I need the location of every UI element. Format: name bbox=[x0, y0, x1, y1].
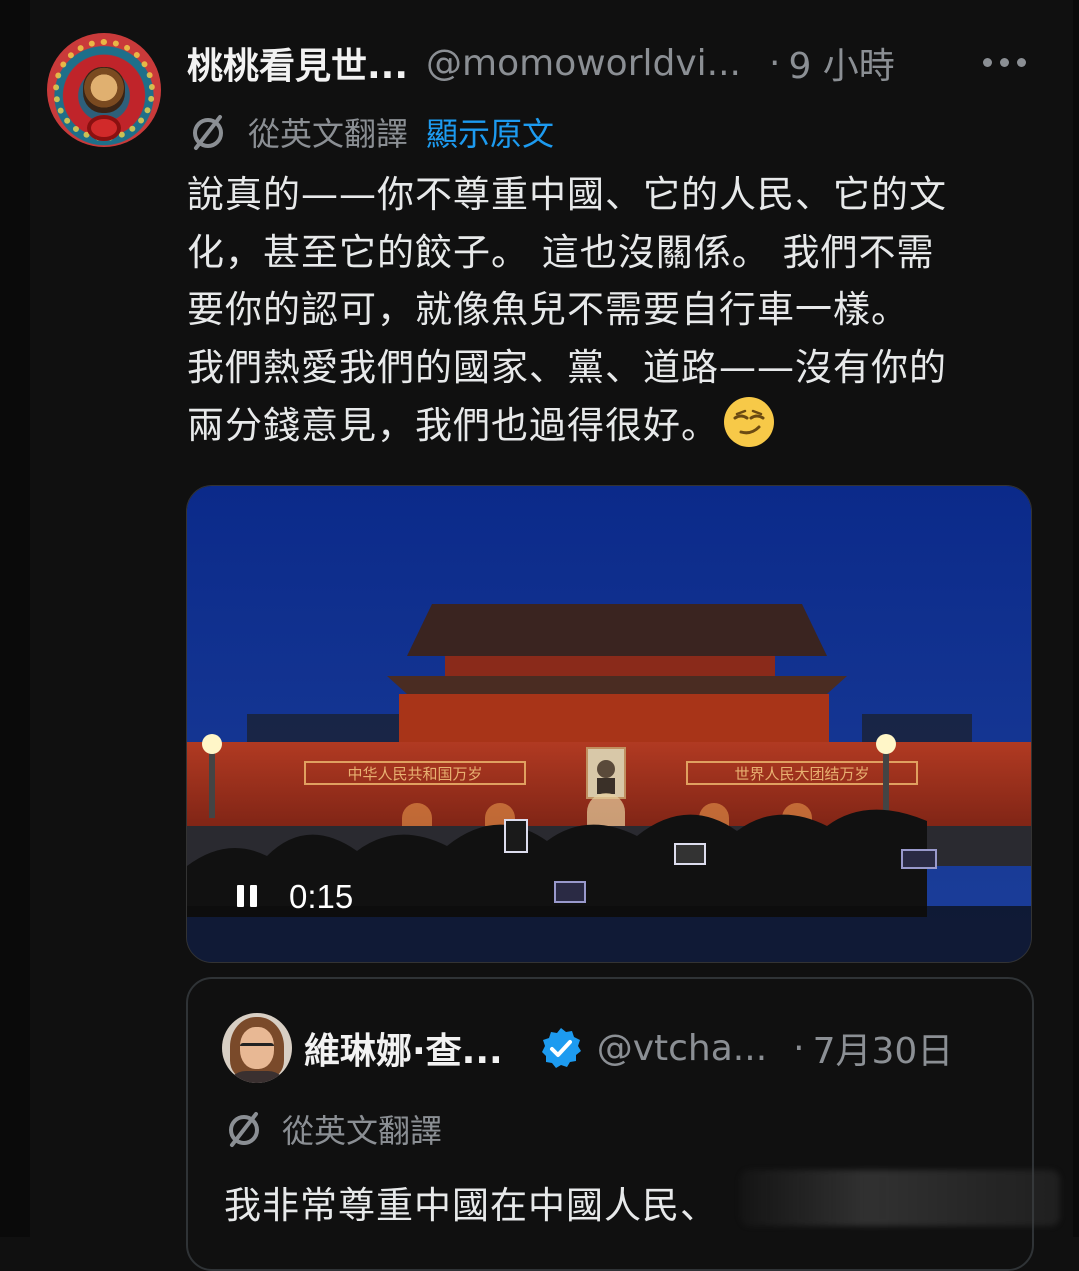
smirking-face-icon bbox=[724, 397, 774, 447]
author-handle[interactable]: @momoworldvi... bbox=[426, 43, 741, 84]
post-text: 說真的——你不尊重中國、它的人民、它的文 化，甚至它的餃子。 這也沒關係。 我們… bbox=[187, 166, 1037, 455]
post-text-line: 化，甚至它的餃子。 這也沒關係。 我們不需 bbox=[187, 230, 935, 274]
quote-text: 我非常尊重中國在中國人民、 bbox=[224, 1184, 718, 1227]
video-player[interactable]: 中华人民共和国万岁 世界人民大团结万岁 0:15 bbox=[186, 485, 1032, 963]
translation-row: 從英文翻譯 顯示原文 bbox=[188, 108, 554, 156]
post-text-line: 兩分錢意見，我們也過得很好。 bbox=[187, 404, 719, 447]
translation-label: 從英文翻譯 bbox=[248, 115, 409, 153]
author-avatar[interactable] bbox=[47, 33, 161, 147]
quote-author-avatar[interactable] bbox=[222, 1013, 292, 1083]
separator-dot: · bbox=[768, 42, 781, 84]
post-header: 桃桃看見世... @momoworldvi... · 9 小時 bbox=[187, 38, 895, 88]
banner-right: 世界人民大团结万岁 bbox=[734, 765, 869, 783]
quote-display-name[interactable]: 維琳娜·查... bbox=[304, 1022, 503, 1074]
right-gutter bbox=[1073, 0, 1079, 1237]
quoted-post[interactable]: 維琳娜·查... @vtcha... · 7月30日 從英文翻譯 我非常尊重中國… bbox=[186, 977, 1034, 1271]
post-text-line: 說真的——你不尊重中國、它的人民、它的文 bbox=[187, 173, 947, 216]
blurred-watermark bbox=[740, 1170, 1060, 1226]
translate-icon bbox=[229, 1112, 259, 1147]
more-horizontal-icon[interactable] bbox=[983, 56, 1027, 68]
post-text-line-with-emoji: 兩分錢意見，我們也過得很好。 bbox=[187, 396, 1037, 455]
post-text-line: 我們熱愛我們的國家、黨、道路——沒有你的 bbox=[187, 345, 947, 389]
quote-handle[interactable]: @vtcha... bbox=[597, 1028, 767, 1069]
video-timestamp: 0:15 bbox=[289, 878, 354, 915]
video-controls: 0:15 bbox=[237, 878, 353, 916]
avatar-tiger-face bbox=[83, 67, 125, 113]
quote-date[interactable]: 7月30日 bbox=[813, 1022, 954, 1074]
quote-separator-dot: · bbox=[793, 1027, 805, 1069]
quote-header: 維琳娜·查... @vtcha... · 7月30日 bbox=[304, 1023, 953, 1073]
banner-left: 中华人民共和国万岁 bbox=[347, 765, 482, 783]
quote-translation-label: 從英文翻譯 bbox=[282, 1112, 443, 1150]
quote-translation-row: 從英文翻譯 bbox=[224, 1105, 442, 1153]
avatar-flower bbox=[87, 115, 121, 141]
left-gutter bbox=[0, 0, 30, 1237]
translate-icon bbox=[193, 115, 223, 150]
show-original-link[interactable]: 顯示原文 bbox=[426, 109, 554, 155]
post-time[interactable]: 9 小時 bbox=[788, 37, 894, 89]
pause-icon[interactable] bbox=[237, 885, 259, 909]
verified-badge-icon bbox=[541, 1028, 581, 1068]
author-display-name[interactable]: 桃桃看見世... bbox=[187, 37, 408, 89]
post-text-line: 要你的認可，就像魚兒不需要自行車一樣。 bbox=[187, 288, 909, 331]
